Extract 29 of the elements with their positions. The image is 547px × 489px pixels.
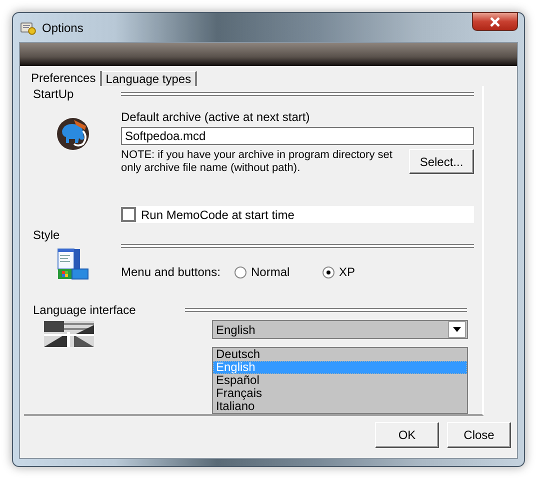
dialog-button[interactable]: Close	[447, 422, 511, 448]
radio-button[interactable]	[234, 266, 247, 278]
language-option[interactable]: Deutsch	[213, 348, 467, 361]
checkbox[interactable]	[121, 207, 136, 222]
section-heading: StartUp	[33, 87, 75, 101]
dialog-button[interactable]: OK	[375, 422, 439, 448]
checkbox-label: Run MemoCode at start time	[141, 208, 294, 222]
archive-field[interactable]: Softpedoa.mcd	[121, 127, 474, 145]
window-style-icon	[56, 248, 88, 280]
language-option[interactable]: Italiano	[213, 400, 467, 413]
window-icon	[20, 20, 36, 34]
style-label: Menu and buttons:	[121, 265, 222, 279]
select-button[interactable]: Select...	[409, 149, 474, 174]
note-text: NOTE: if you have your archive in program directory set only archive file name (without path).	[121, 149, 394, 175]
elephant-logo-icon	[56, 117, 90, 151]
field-label: Default archive (active at next start)	[121, 110, 311, 124]
tab[interactable]: Language types	[102, 71, 198, 86]
radio-button[interactable]	[322, 266, 335, 278]
language-dropdown[interactable]: English	[212, 320, 468, 339]
radio-label: XP	[339, 265, 356, 279]
section-heading: Style	[33, 228, 60, 242]
section-heading: Language interface	[33, 303, 137, 317]
flag-icon	[44, 321, 94, 347]
close-icon[interactable]	[489, 16, 501, 26]
close-button[interactable]	[472, 12, 518, 31]
radio-label: Normal	[251, 265, 290, 279]
language-option[interactable]: Español	[213, 374, 467, 387]
language-option[interactable]: Français	[213, 387, 467, 400]
window-title: Options	[42, 20, 84, 34]
